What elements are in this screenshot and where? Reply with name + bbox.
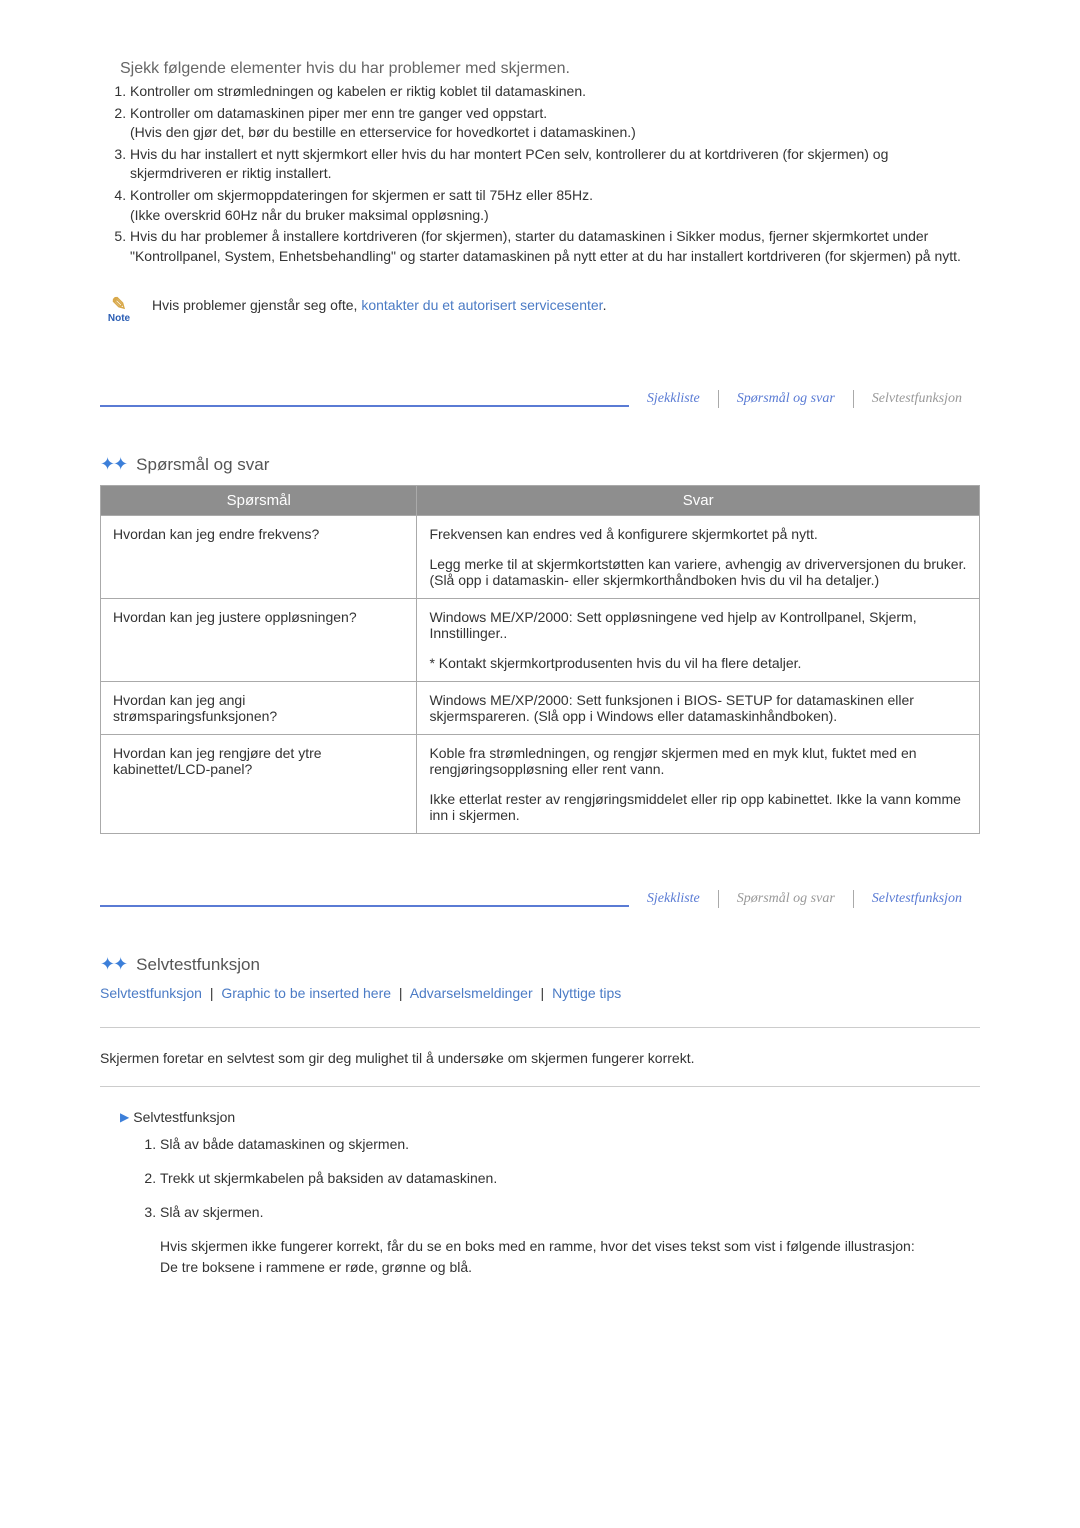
selftest-sublinks: Selvtestfunksjon | Graphic to be inserte…	[100, 985, 980, 1001]
tab-sjekkliste[interactable]: Sjekkliste	[629, 391, 718, 407]
selftest-para-line: Hvis skjermen ikke fungerer korrekt, får…	[160, 1238, 915, 1254]
link-sep: |	[541, 985, 545, 1001]
chevron-icon: ▶	[120, 1110, 129, 1124]
qa-answer-p: Windows ME/XP/2000: Sett funksjonen i BI…	[429, 692, 967, 724]
check-item-sub: (Hvis den gjør det, bør du bestille en e…	[130, 123, 980, 143]
note-icon: ✎ Note	[100, 286, 138, 324]
note-text: Hvis problemer gjenstår seg ofte, kontak…	[152, 297, 606, 313]
link-selvtest[interactable]: Selvtestfunksjon	[100, 985, 202, 1001]
check-item-text: Hvis du har problemer å installere kortd…	[130, 228, 961, 264]
table-row: Hvordan kan jeg rengjøre det ytre kabine…	[101, 735, 980, 834]
qa-col-question: Spørsmål	[101, 486, 417, 516]
note-label: Note	[108, 313, 130, 324]
check-item-text: Hvis du har installert et nytt skjermkor…	[130, 146, 888, 182]
snowflake-icon: ✦✦	[100, 954, 126, 975]
qa-answer-p: Legg merke til at skjermkortstøtten kan …	[429, 556, 967, 588]
section-header-qa: ✦✦ Spørsmål og svar	[100, 454, 980, 475]
selftest-para-line: De tre boksene i rammene er røde, grønne…	[160, 1259, 472, 1275]
selftest-intro-text: Skjermen foretar en selvtest som gir deg…	[100, 1050, 980, 1066]
qa-answer-p: Koble fra strømledningen, og rengjør skj…	[429, 745, 967, 777]
qa-answer-p: * Kontakt skjermkortprodusenten hvis du …	[429, 655, 967, 671]
selftest-sub-title: Selvtestfunksjon	[133, 1109, 235, 1125]
note-row: ✎ Note Hvis problemer gjenstår seg ofte,…	[100, 286, 980, 324]
qa-table: Spørsmål Svar Hvordan kan jeg endre frek…	[100, 485, 980, 834]
qa-answer-p: Windows ME/XP/2000: Sett oppløsningene v…	[429, 609, 967, 641]
check-item-text: Kontroller om skjermoppdateringen for sk…	[130, 187, 593, 203]
qa-col-answer: Svar	[417, 486, 980, 516]
link-sep: |	[210, 985, 214, 1001]
qa-answer: Windows ME/XP/2000: Sett funksjonen i BI…	[417, 682, 980, 735]
check-item: Hvis du har installert et nytt skjermkor…	[130, 145, 980, 184]
note-link[interactable]: kontakter du et autorisert servicesenter	[361, 297, 602, 313]
intro-heading: Sjekk følgende elementer hvis du har pro…	[120, 60, 980, 78]
link-advarsel[interactable]: Advarselsmeldinger	[410, 985, 533, 1001]
section-title: Spørsmål og svar	[136, 455, 269, 475]
check-list: Kontroller om strømledningen og kabelen …	[100, 82, 980, 266]
qa-answer: Windows ME/XP/2000: Sett oppløsningene v…	[417, 599, 980, 682]
note-suffix: .	[603, 297, 607, 313]
selftest-subsection: ▶ Selvtestfunksjon Slå av både datamaski…	[120, 1109, 980, 1278]
table-row: Hvordan kan jeg endre frekvens? Frekvens…	[101, 516, 980, 599]
selftest-sub-title-row: ▶ Selvtestfunksjon	[120, 1109, 980, 1125]
tab-sporsmal[interactable]: Spørsmål og svar	[719, 391, 853, 407]
check-item-sub: (Ikke overskrid 60Hz når du bruker maksi…	[130, 206, 980, 226]
nav-tabs-qa: Sjekkliste Spørsmål og svar Selvtestfunk…	[100, 384, 980, 414]
divider	[100, 1086, 980, 1087]
check-item-text: Kontroller om datamaskinen piper mer enn…	[130, 105, 547, 121]
table-row: Hvordan kan jeg justere oppløsningen? Wi…	[101, 599, 980, 682]
list-item: Trekk ut skjermkabelen på baksiden av da…	[160, 1169, 980, 1189]
nav-spacer	[100, 405, 629, 407]
qa-question: Hvordan kan jeg angi strømsparingsfunksj…	[101, 682, 417, 735]
qa-question: Hvordan kan jeg rengjøre det ytre kabine…	[101, 735, 417, 834]
qa-question: Hvordan kan jeg endre frekvens?	[101, 516, 417, 599]
list-item: Slå av både datamaskinen og skjermen.	[160, 1135, 980, 1155]
snowflake-icon: ✦✦	[100, 454, 126, 475]
divider	[100, 1027, 980, 1028]
tab-selvtest[interactable]: Selvtestfunksjon	[854, 391, 980, 407]
pencil-icon: ✎	[111, 295, 126, 313]
tab-selvtest[interactable]: Selvtestfunksjon	[854, 891, 980, 907]
link-sep: |	[399, 985, 403, 1001]
qa-question: Hvordan kan jeg justere oppløsningen?	[101, 599, 417, 682]
check-item: Kontroller om strømledningen og kabelen …	[130, 82, 980, 102]
qa-answer-p: Frekvensen kan endres ved å konfigurere …	[429, 526, 967, 542]
link-nyttige[interactable]: Nyttige tips	[552, 985, 621, 1001]
link-graphic[interactable]: Graphic to be inserted here	[221, 985, 391, 1001]
check-item: Kontroller om skjermoppdateringen for sk…	[130, 186, 980, 225]
table-row: Hvordan kan jeg angi strømsparingsfunksj…	[101, 682, 980, 735]
check-item: Hvis du har problemer å installere kortd…	[130, 227, 980, 266]
list-item: Slå av skjermen.	[160, 1203, 980, 1223]
note-prefix: Hvis problemer gjenstår seg ofte,	[152, 297, 361, 313]
nav-tabs-selftest: Sjekkliste Spørsmål og svar Selvtestfunk…	[100, 884, 980, 914]
tab-sjekkliste[interactable]: Sjekkliste	[629, 891, 718, 907]
qa-answer: Frekvensen kan endres ved å konfigurere …	[417, 516, 980, 599]
qa-answer: Koble fra strømledningen, og rengjør skj…	[417, 735, 980, 834]
check-item: Kontroller om datamaskinen piper mer enn…	[130, 104, 980, 143]
check-item-text: Kontroller om strømledningen og kabelen …	[130, 83, 586, 99]
selftest-para: Hvis skjermen ikke fungerer korrekt, får…	[160, 1236, 980, 1278]
qa-answer-p: Ikke etterlat rester av rengjøringsmidde…	[429, 791, 967, 823]
nav-spacer	[100, 905, 629, 907]
tab-sporsmal[interactable]: Spørsmål og svar	[719, 891, 853, 907]
selftest-steps: Slå av både datamaskinen og skjermen. Tr…	[120, 1135, 980, 1222]
section-title: Selvtestfunksjon	[136, 955, 260, 975]
section-header-selftest: ✦✦ Selvtestfunksjon	[100, 954, 980, 975]
